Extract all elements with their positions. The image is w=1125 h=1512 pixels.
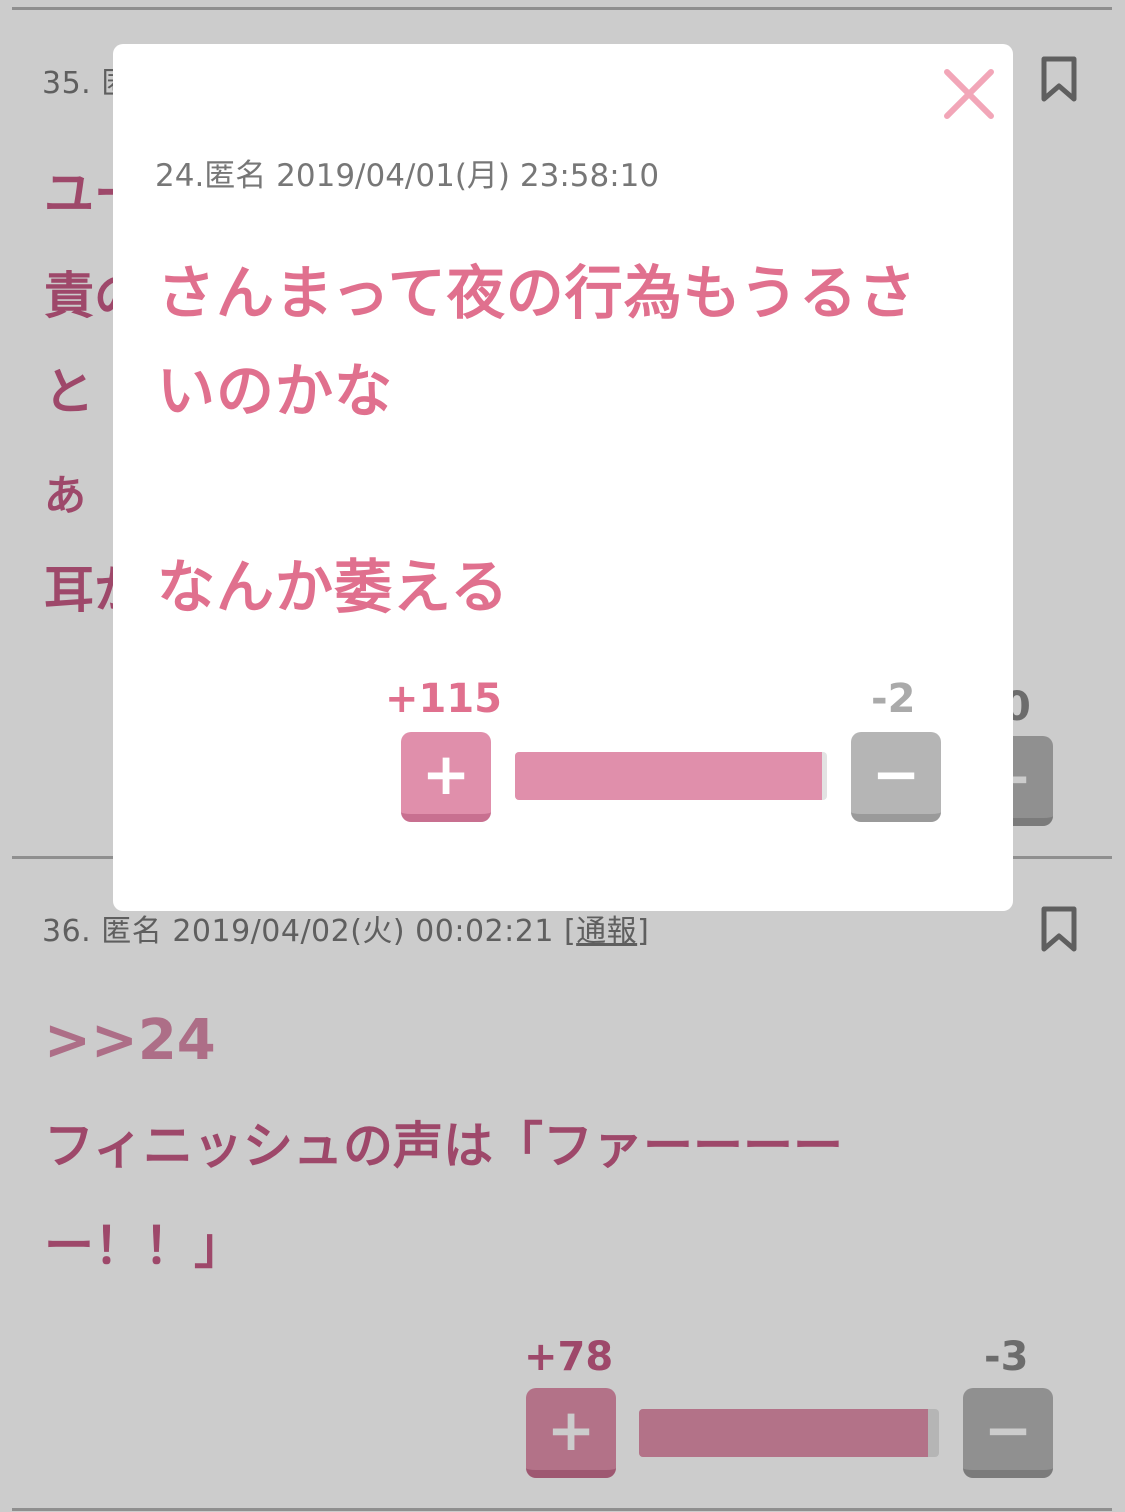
modal-plus-count: +115 [385,676,503,722]
close-icon[interactable] [941,66,997,122]
plus-icon: + [421,740,471,808]
modal-minus-count: -2 [871,676,916,722]
reply-preview-modal: 24.匿名 2019/04/01(月) 23:58:10 さんまって夜の行為もう… [113,44,1013,911]
modal-line-2: いのかな [157,357,394,425]
modal-plus-button[interactable]: + [401,732,491,822]
vote-bar-fill [515,752,822,800]
modal-vote-bar [515,752,827,800]
modal-line-1: さんまって夜の行為もうるさ [157,259,918,327]
modal-post-meta: 24.匿名 2019/04/01(月) 23:58:10 [155,158,660,194]
modal-line-4: なんか萎える [157,553,510,621]
modal-minus-button[interactable]: − [851,732,941,822]
minus-icon: − [871,740,921,808]
